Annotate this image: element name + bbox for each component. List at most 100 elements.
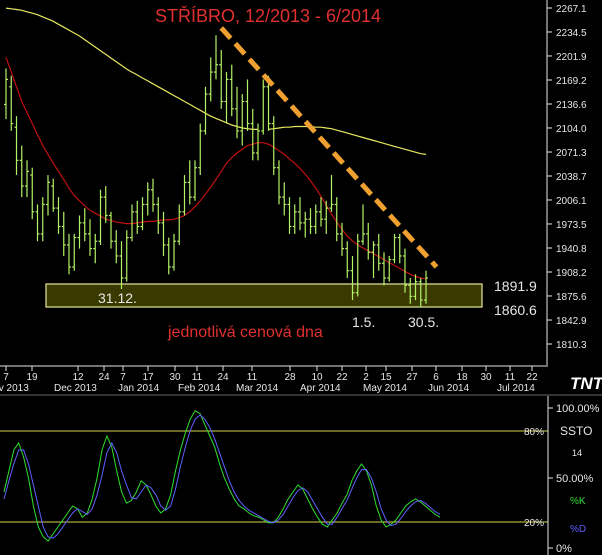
y-tick-label-13: 1842.9 [556, 316, 587, 327]
price-bar [172, 233, 176, 271]
x-day-label-4: 7 [120, 372, 126, 383]
price-bar [287, 197, 292, 234]
x-day-label-1: 19 [26, 372, 38, 383]
price-bar [103, 186, 108, 223]
ma-slow-layer [5, 7, 427, 155]
price-bar [329, 175, 334, 212]
level-80-label: 80% [524, 427, 544, 438]
oscillator-lines [3, 410, 441, 542]
x-day-label-15: 27 [406, 372, 418, 383]
x-day-label-2: 12 [72, 372, 84, 383]
x-day-label-9: 11 [247, 372, 258, 383]
price-bar [82, 208, 87, 242]
price-bar [298, 197, 302, 231]
x-month-label-0: Nov 2013 [0, 383, 29, 394]
x-day-label-18: 30 [480, 372, 492, 383]
price-bar [35, 204, 40, 242]
price-bar [303, 211, 308, 238]
y-tick-label-4: 2136.6 [556, 100, 587, 111]
chart-svg: STŘÍBRO, 12/2013 - 6/2014 31.12. 1.5. 30… [0, 0, 602, 555]
price-bar [67, 233, 71, 275]
x-day-label-17: 18 [456, 372, 468, 383]
x-month-label-5: Apr 2014 [300, 383, 341, 394]
chart-title: STŘÍBRO, 12/2013 - 6/2014 [155, 6, 381, 26]
x-month-label-7: Jun 2014 [428, 383, 470, 394]
price-bar [235, 86, 239, 139]
price-y-axis: 2267.1 2234.5 2201.9 2169.2 2136.6 2104.0 2071… [546, 0, 587, 365]
price-bar [151, 178, 155, 212]
price-bar [219, 50, 224, 109]
osc-label-100: 100.00% [556, 403, 600, 415]
y-tick-label-10: 1940.8 [556, 244, 587, 255]
price-bar [392, 233, 397, 264]
price-bar [282, 182, 287, 216]
price-bar [214, 35, 218, 80]
y-tick-label-5: 2104.0 [556, 124, 587, 135]
price-bar [250, 108, 255, 161]
price-bar [9, 75, 14, 131]
price-bar [382, 252, 386, 286]
y-tick-label-8: 2006.1 [556, 196, 587, 207]
price-bar [4, 68, 8, 120]
x-month-label-1: Dec 2013 [54, 383, 97, 394]
low-label-3: 30.5. [408, 314, 439, 330]
x-month-label-3: Feb 2014 [178, 383, 221, 394]
osc-label-period: 14 [572, 448, 582, 458]
y-tick-label-0: 2267.1 [556, 4, 587, 15]
date-axis: 71912247173011241128102221527618301122No… [0, 365, 548, 394]
tnt-logo: TNT [570, 374, 602, 393]
osc-label-d: %D [570, 524, 586, 535]
price-bar [361, 204, 365, 245]
level-20-label: 20% [524, 518, 544, 529]
price-bar [261, 79, 266, 135]
price-bar [140, 197, 145, 231]
price-bar [292, 204, 297, 234]
price-bar [156, 197, 161, 234]
price-bar [72, 233, 77, 271]
price-bar [19, 145, 24, 198]
x-day-label-7: 11 [192, 372, 203, 383]
price-bar [46, 175, 50, 216]
price-bars-layer [4, 35, 428, 308]
price-bar [324, 200, 329, 234]
price-bar [271, 116, 276, 176]
zone-lower-label: 1860.6 [494, 302, 537, 318]
x-day-label-13: 2 [363, 372, 369, 383]
zone-upper-label: 1891.9 [494, 278, 537, 294]
price-bar [109, 211, 113, 249]
x-day-label-19: 11 [505, 372, 516, 383]
price-bar [277, 160, 281, 205]
x-month-label-6: May 2014 [363, 383, 407, 394]
price-bar [187, 160, 192, 205]
y-tick-label-9: 1973.5 [556, 220, 587, 231]
osc-label-ssto: SSTO [560, 424, 592, 438]
low-label-2: 1.5. [352, 314, 375, 330]
price-bar [229, 64, 234, 117]
price-bar [345, 241, 350, 279]
price-bar [387, 255, 392, 282]
price-bar [319, 197, 323, 227]
price-bar [177, 204, 182, 245]
price-bar [88, 219, 92, 256]
price-bar [145, 182, 150, 216]
price-bar [25, 160, 29, 198]
low-label-1: 31.12. [98, 290, 137, 306]
price-bar [135, 200, 140, 234]
price-bar [376, 233, 381, 271]
price-panel: STŘÍBRO, 12/2013 - 6/2014 31.12. 1.5. 30… [4, 0, 587, 365]
price-bar [371, 241, 376, 279]
y-tick-label-1: 2234.5 [556, 28, 587, 39]
x-day-label-10: 28 [284, 372, 296, 383]
osc-label-k: %K [570, 496, 586, 507]
osc-series-0 [3, 410, 441, 542]
price-bar [198, 123, 203, 176]
x-day-label-11: 10 [311, 372, 323, 383]
price-bar [40, 197, 45, 242]
price-bar [56, 197, 61, 234]
chart-window: STŘÍBRO, 12/2013 - 6/2014 31.12. 1.5. 30… [0, 0, 602, 555]
price-bar [313, 204, 318, 234]
y-tick-label-2: 2201.9 [556, 52, 587, 63]
x-day-label-16: 6 [433, 372, 439, 383]
price-bar [308, 208, 313, 234]
y-tick-label-14: 1810.3 [556, 340, 587, 351]
